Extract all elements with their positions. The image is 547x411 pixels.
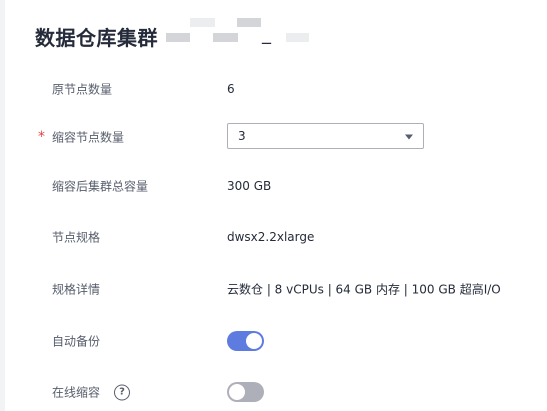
node-flavor-row: 节点规格 dwsx2.2xlarge [0,222,547,252]
shrink-nodes-select[interactable]: 3 [227,123,424,149]
required-mark: * [38,128,45,145]
redacted-cluster-name [166,33,190,42]
auto-backup-toggle[interactable] [227,331,264,351]
title-suffix: _ [262,24,271,45]
capacity-after-row: 缩容后集群总容量 300 GB [0,171,547,201]
redacted-cluster-name [213,33,238,42]
help-icon[interactable]: ? [114,384,131,400]
original-nodes-value: 6 [227,82,235,96]
online-shrink-label: 在线缩容 [52,385,101,400]
flavor-details-label: 规格详情 [52,282,101,297]
caret-down-icon [405,134,413,140]
node-flavor-value: dwsx2.2xlarge [227,230,315,244]
shrink-nodes-label: 缩容节点数量 [52,130,125,144]
flavor-details-value: 云数仓 | 8 vCPUs | 64 GB 内存 | 100 GB 超高I/O [227,282,501,297]
original-nodes-label: 原节点数量 [52,82,113,97]
capacity-after-value: 300 GB [227,179,272,193]
toggle-knob [246,333,262,349]
shrink-nodes-row: * 缩容节点数量 3 [0,123,547,150]
redacted-cluster-name [286,33,309,42]
auto-backup-row: 自动备份 [0,326,547,356]
flavor-details-row: 规格详情 云数仓 | 8 vCPUs | 64 GB 内存 | 100 GB 超… [0,274,547,304]
online-shrink-label-group: 在线缩容 ? [52,384,131,401]
page-header: 数据仓库集群 [35,20,158,52]
original-nodes-row: 原节点数量 6 [0,74,547,104]
redacted-cluster-name [190,18,215,27]
node-flavor-label: 节点规格 [52,230,101,245]
online-shrink-row: 在线缩容 ? [0,377,547,407]
page-title: 数据仓库集群 [35,25,158,50]
capacity-after-label: 缩容后集群总容量 [52,179,149,194]
redacted-cluster-name [237,18,261,27]
online-shrink-toggle[interactable] [227,382,264,402]
shrink-nodes-selected: 3 [238,129,246,143]
toggle-knob [229,384,245,400]
auto-backup-label: 自动备份 [52,334,101,349]
